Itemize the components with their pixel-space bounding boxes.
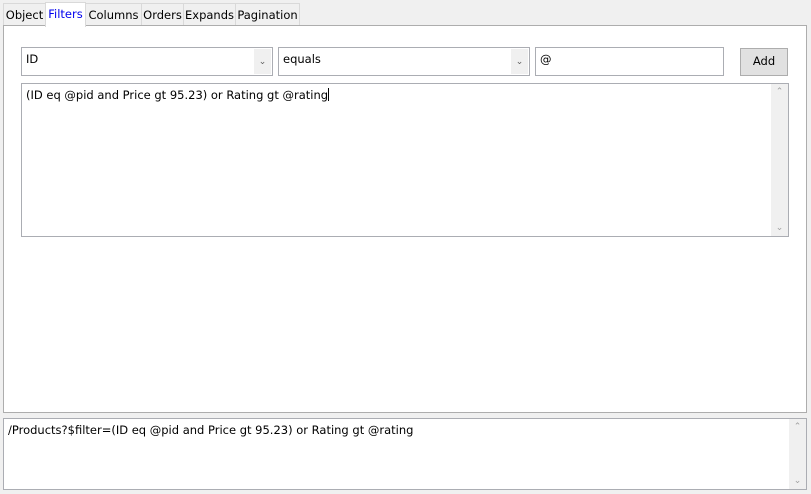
value-input[interactable]: @ [535, 47, 724, 76]
value-input-text: @ [540, 52, 552, 66]
scroll-down-icon[interactable]: ⌄ [771, 223, 788, 233]
text-caret [328, 88, 330, 101]
add-button[interactable]: Add [740, 48, 788, 76]
chevron-down-icon[interactable]: ⌄ [511, 49, 528, 74]
tab-orders[interactable]: Orders [141, 3, 184, 26]
operator-select[interactable]: equals ⌄ [278, 47, 530, 76]
query-output-text: /Products?$filter=(ID eq @pid and Price … [8, 423, 414, 437]
vertical-scrollbar[interactable]: ⌃ ⌄ [771, 84, 788, 236]
tab-columns[interactable]: Columns [85, 3, 142, 26]
tab-expands[interactable]: Expands [183, 3, 236, 26]
filter-expression-text: (ID eq @pid and Price gt 95.23) or Ratin… [26, 88, 329, 102]
scroll-down-icon[interactable]: ⌄ [789, 476, 806, 486]
tab-filters[interactable]: Filters [45, 2, 86, 27]
field-select-value: ID [26, 52, 39, 66]
tab-pagination[interactable]: Pagination [235, 3, 300, 26]
scroll-up-icon[interactable]: ⌃ [771, 87, 788, 97]
chevron-down-icon[interactable]: ⌄ [254, 49, 271, 74]
vertical-scrollbar[interactable]: ⌃ ⌄ [789, 419, 806, 489]
scroll-up-icon[interactable]: ⌃ [789, 422, 806, 432]
query-output-textarea[interactable]: /Products?$filter=(ID eq @pid and Price … [3, 418, 807, 490]
operator-select-value: equals [283, 52, 321, 66]
filter-expression-textarea[interactable]: (ID eq @pid and Price gt 95.23) or Ratin… [21, 83, 789, 237]
field-select[interactable]: ID ⌄ [21, 47, 273, 76]
tab-object[interactable]: Object [3, 3, 46, 26]
